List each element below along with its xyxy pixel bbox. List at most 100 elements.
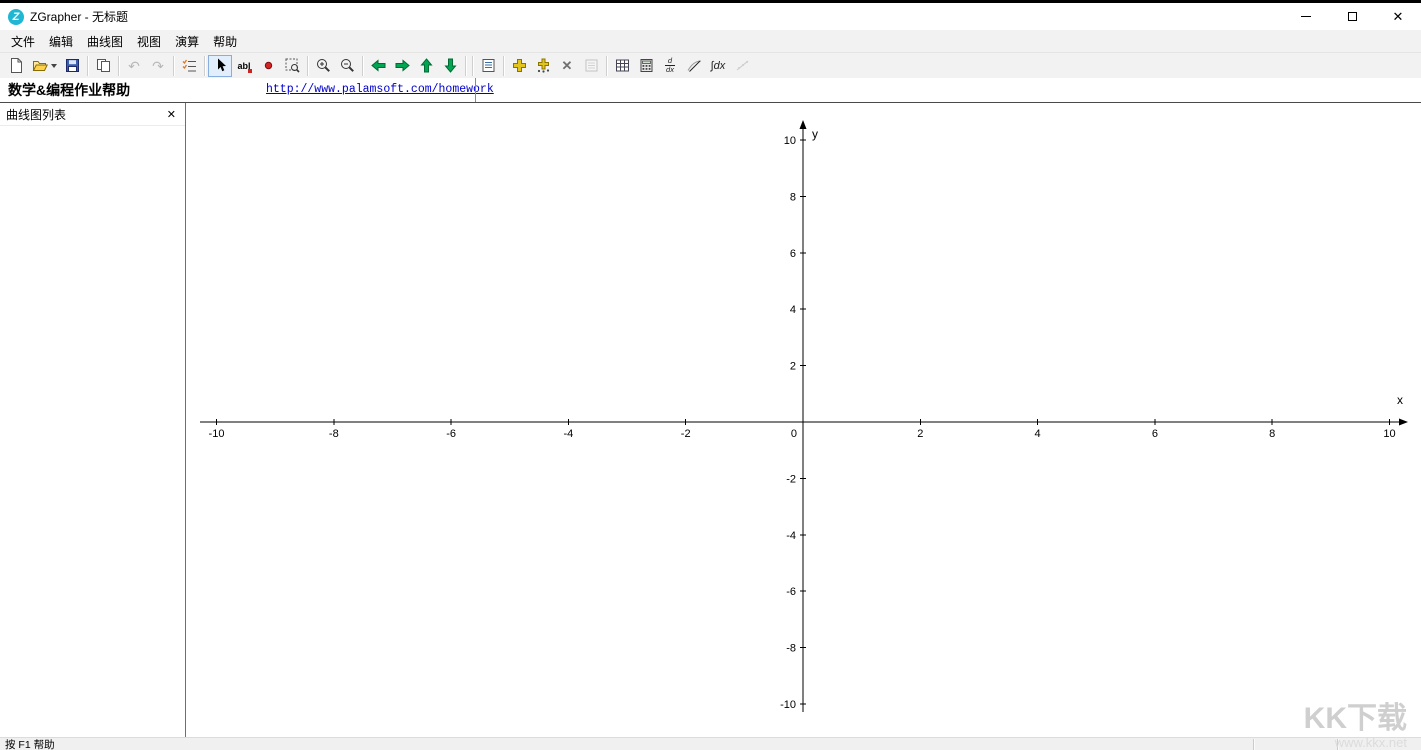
graph-canvas[interactable]: xy-10-8-6-4-2246810-10-8-6-4-22468100 <box>186 103 1421 737</box>
pan-right-icon <box>394 57 411 74</box>
svg-text:-8: -8 <box>786 643 796 655</box>
curve-list-button[interactable] <box>177 55 201 77</box>
pan-down-button[interactable] <box>438 55 462 77</box>
svg-text:0: 0 <box>791 428 797 440</box>
toolbar-separator <box>173 56 174 76</box>
calculator-button[interactable] <box>634 55 658 77</box>
point-tool-icon <box>260 57 277 74</box>
copy-icon <box>95 57 112 74</box>
svg-text:-8: -8 <box>329 428 339 440</box>
svg-text:y: y <box>812 127 818 141</box>
svg-text:4: 4 <box>1035 428 1041 440</box>
zoom-out-icon <box>339 57 356 74</box>
menu-calc[interactable]: 演算 <box>168 30 206 53</box>
svg-text:-4: -4 <box>786 530 796 542</box>
menu-edit[interactable]: 编辑 <box>42 30 80 53</box>
zoom-region-button[interactable] <box>280 55 304 77</box>
redo-icon: ↷ <box>152 59 164 73</box>
svg-text:8: 8 <box>790 191 796 203</box>
minimize-button[interactable] <box>1283 3 1329 30</box>
svg-text:-10: -10 <box>780 699 796 711</box>
toolbar-separator <box>362 56 363 76</box>
window-controls: ✕ <box>1283 3 1421 30</box>
save-button[interactable] <box>60 55 84 77</box>
title-bar: Z ZGrapher - 无标题 ✕ <box>0 3 1421 30</box>
curve-list-panel-header: 曲线图列表 ✕ <box>0 103 185 126</box>
curve-list-icon <box>181 57 198 74</box>
graph-properties-button[interactable] <box>476 55 500 77</box>
delete-curve-button[interactable]: ✕ <box>555 55 579 77</box>
menu-bar: 文件 编辑 曲线图 视图 演算 帮助 <box>0 30 1421 52</box>
point-tool-button[interactable] <box>256 55 280 77</box>
label-tool-button[interactable]: abl <box>232 55 256 77</box>
svg-text:-6: -6 <box>786 586 796 598</box>
banner-divider <box>475 78 476 102</box>
tangent-button[interactable] <box>682 55 706 77</box>
svg-text:2: 2 <box>917 428 923 440</box>
toolbar-separator <box>606 56 607 76</box>
status-separator <box>1337 739 1338 750</box>
add-curve-icon <box>511 57 528 74</box>
banner-title: 数学&编程作业帮助 <box>8 80 130 100</box>
svg-text:6: 6 <box>1152 428 1158 440</box>
svg-text:4: 4 <box>790 304 796 316</box>
svg-text:8: 8 <box>1269 428 1275 440</box>
toolbar: ↶ ↷ abl <box>0 52 1421 78</box>
undo-icon: ↶ <box>128 59 140 73</box>
pointer-tool-icon <box>212 57 229 74</box>
toolbar-separator <box>87 56 88 76</box>
graph-properties-icon <box>480 57 497 74</box>
curve-properties-icon <box>583 57 600 74</box>
table-button[interactable] <box>610 55 634 77</box>
label-tool-caret <box>248 69 252 73</box>
zoom-region-icon <box>284 57 301 74</box>
copy-button[interactable] <box>91 55 115 77</box>
window-title: ZGrapher - 无标题 <box>30 8 128 25</box>
open-file-button[interactable] <box>28 55 60 77</box>
toolbar-separator <box>307 56 308 76</box>
zoom-out-button[interactable] <box>335 55 359 77</box>
close-button[interactable]: ✕ <box>1375 3 1421 30</box>
app-window: Z ZGrapher - 无标题 ✕ 文件 编辑 曲线图 视图 演算 帮助 <box>0 0 1421 750</box>
add-point-curve-icon <box>535 57 552 74</box>
zoom-in-icon <box>315 57 332 74</box>
menu-graph[interactable]: 曲线图 <box>80 30 130 53</box>
toolbar-separator <box>465 56 466 76</box>
svg-text:6: 6 <box>790 248 796 260</box>
menu-help[interactable]: 帮助 <box>206 30 244 53</box>
svg-text:10: 10 <box>1383 428 1395 440</box>
add-curve-button[interactable] <box>507 55 531 77</box>
redo-button[interactable]: ↷ <box>146 55 170 77</box>
menu-view[interactable]: 视图 <box>130 30 168 53</box>
pan-up-button[interactable] <box>414 55 438 77</box>
toolbar-separator <box>503 56 504 76</box>
menu-file[interactable]: 文件 <box>4 30 42 53</box>
add-point-curve-button[interactable] <box>531 55 555 77</box>
curve-list-panel-body[interactable] <box>0 126 185 737</box>
integral-icon: ∫dx <box>711 60 726 72</box>
maximize-button[interactable] <box>1329 3 1375 30</box>
panel-close-icon[interactable]: ✕ <box>164 107 179 122</box>
regression-button[interactable] <box>730 55 754 77</box>
pan-left-button[interactable] <box>366 55 390 77</box>
app-icon: Z <box>8 9 24 25</box>
new-file-icon <box>8 57 25 74</box>
undo-button[interactable]: ↶ <box>122 55 146 77</box>
zoom-in-button[interactable] <box>311 55 335 77</box>
banner-link[interactable]: http://www.palamsoft.com/homework <box>266 83 494 96</box>
curve-list-panel: 曲线图列表 ✕ <box>0 103 186 737</box>
minimize-icon <box>1301 16 1311 17</box>
pan-right-button[interactable] <box>390 55 414 77</box>
curve-properties-button[interactable] <box>579 55 603 77</box>
toolbar-separator <box>118 56 119 76</box>
toolbar-separator <box>204 56 205 76</box>
open-dropdown-icon <box>51 64 57 68</box>
svg-text:2: 2 <box>790 361 796 373</box>
delete-curve-icon: ✕ <box>562 58 573 74</box>
derivative-button[interactable]: d dx <box>658 55 682 77</box>
open-file-icon <box>32 57 49 74</box>
new-file-button[interactable] <box>4 55 28 77</box>
pointer-tool-button[interactable] <box>208 55 232 77</box>
integral-button[interactable]: ∫dx <box>706 55 730 77</box>
regression-icon <box>734 57 751 74</box>
